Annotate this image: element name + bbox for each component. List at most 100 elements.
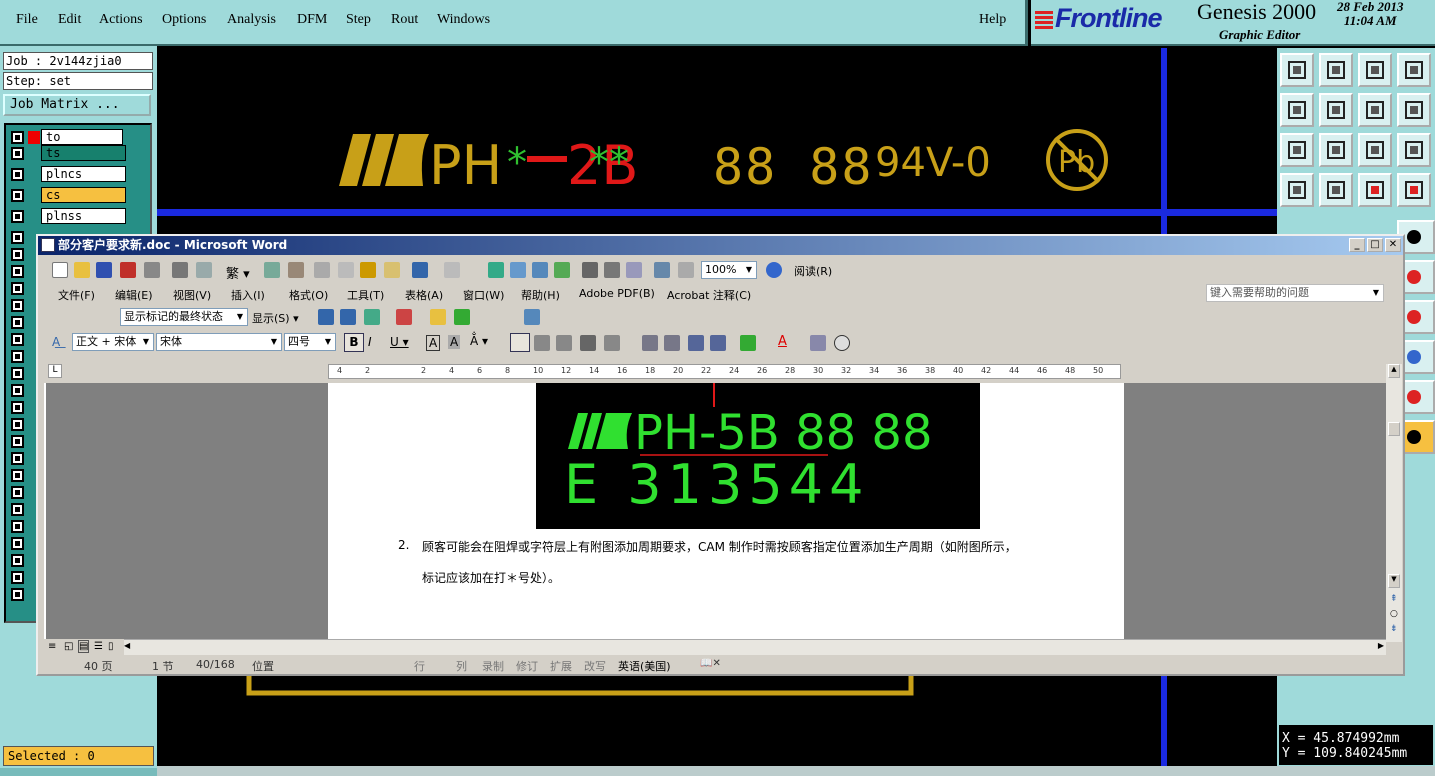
print-preview-icon[interactable]	[172, 262, 188, 278]
layer-checkbox[interactable]	[11, 588, 24, 601]
snapshot-icon[interactable]	[1319, 53, 1353, 87]
increase-indent-icon[interactable]	[710, 335, 726, 351]
mirror-icon[interactable]	[1358, 93, 1392, 127]
measure-icon[interactable]	[1280, 173, 1314, 207]
layer-checkbox[interactable]	[11, 248, 24, 261]
pan-left-icon[interactable]	[1280, 93, 1314, 127]
document-map-icon[interactable]	[626, 262, 642, 278]
layer-checkbox[interactable]	[11, 571, 24, 584]
underline-button[interactable]: U ▾	[390, 335, 409, 349]
decrease-indent-icon[interactable]	[688, 335, 704, 351]
layer-checkbox[interactable]	[11, 401, 24, 414]
menu-rout[interactable]: Rout	[391, 12, 418, 28]
horizontal-ruler[interactable]: 4 2 2 4 6 8 10 12 14 16 18 20 22 24 26 28 30 32 34 36 38 40 42…	[328, 364, 1121, 379]
show-menu-button[interactable]: 显示(S) ▾	[252, 310, 299, 326]
distributed-icon[interactable]	[580, 335, 596, 351]
document-area[interactable]: PH-5B 88 88 E 313544 2. 顾客可能会在阻焊或字符层上有附图…	[46, 383, 1386, 639]
permission-icon[interactable]	[120, 262, 136, 278]
layer-checkbox[interactable]	[11, 520, 24, 533]
horizontal-scrollbar[interactable]: ◀ ▶	[124, 639, 1386, 655]
maximize-button[interactable]: □	[1367, 238, 1383, 252]
menu-file[interactable]: File	[16, 12, 38, 28]
menu-dfm[interactable]: DFM	[297, 12, 327, 28]
status-overtype[interactable]: 改写	[584, 658, 606, 674]
scroll-down-button[interactable]: ▼	[1388, 574, 1400, 588]
line-spacing-icon[interactable]	[604, 335, 620, 351]
scroll-right-button[interactable]: ▶	[1378, 641, 1384, 650]
tab-selector[interactable]: L	[48, 364, 62, 378]
home-view-icon[interactable]	[1358, 53, 1392, 87]
research-icon[interactable]	[264, 262, 280, 278]
align-center-icon[interactable]	[534, 335, 550, 351]
trad-chinese-icon[interactable]: 繁 ▾	[226, 263, 250, 282]
hyperlink-icon[interactable]	[488, 262, 504, 278]
cut-icon[interactable]	[314, 262, 330, 278]
layer-checkbox[interactable]	[11, 452, 24, 465]
menu-windows[interactable]: Windows	[437, 12, 490, 28]
layer-checkbox[interactable]	[11, 537, 24, 550]
reviewing-pane-icon[interactable]	[524, 309, 540, 325]
status-extend[interactable]: 扩展	[550, 658, 572, 674]
scroll-up-button[interactable]: ▲	[1388, 364, 1400, 378]
document-page[interactable]: PH-5B 88 88 E 313544 2. 顾客可能会在阻焊或字符层上有附图…	[328, 383, 1124, 639]
zoom-home-icon[interactable]	[1319, 133, 1353, 167]
char-shading-button[interactable]: A	[448, 335, 461, 349]
word-menu-help[interactable]: 帮助(H)	[521, 287, 560, 303]
grid-icon[interactable]	[1319, 173, 1353, 207]
thesaurus-icon[interactable]	[288, 262, 304, 278]
highlight-icon[interactable]	[454, 309, 470, 325]
align-left-button[interactable]	[510, 333, 530, 352]
layer-checkbox[interactable]	[11, 384, 24, 397]
menu-analysis[interactable]: Analysis	[227, 12, 276, 28]
print-icon[interactable]	[144, 262, 160, 278]
menu-actions[interactable]: Actions	[99, 12, 143, 28]
next-change-icon[interactable]	[340, 309, 356, 325]
font-color-button[interactable]: A	[778, 334, 787, 349]
menu-options[interactable]: Options	[162, 12, 206, 28]
redo-icon[interactable]	[444, 262, 460, 278]
font-size-select[interactable]: 四号 ▼	[284, 333, 336, 351]
markup-state-select[interactable]: 显示标记的最终状态 ▼	[120, 308, 248, 326]
menu-step[interactable]: Step	[346, 12, 371, 28]
italic-button[interactable]: I	[368, 335, 372, 349]
word-menu-edit[interactable]: 编辑(E)	[115, 287, 153, 303]
pan-right-icon[interactable]	[1319, 93, 1353, 127]
open-icon[interactable]	[74, 262, 90, 278]
paragraph-mark-icon[interactable]	[678, 262, 694, 278]
word-menu-view[interactable]: 视图(V)	[173, 287, 211, 303]
layer-checkbox[interactable]	[11, 333, 24, 346]
font-select[interactable]: 宋体 ▼	[156, 333, 282, 351]
layer-checkbox[interactable]	[11, 131, 24, 144]
prev-change-icon[interactable]	[318, 309, 334, 325]
layer-checkbox[interactable]	[11, 189, 24, 202]
outline-view-icon[interactable]: ☰	[94, 641, 103, 652]
word-menu-adobe-pdf[interactable]: Adobe PDF(B)	[579, 287, 655, 300]
word-menu-table[interactable]: 表格(A)	[405, 287, 443, 303]
scale-icon[interactable]	[1358, 133, 1392, 167]
highlight-color-icon[interactable]	[740, 335, 756, 351]
layer-checkbox[interactable]	[11, 503, 24, 516]
web-view-icon[interactable]: ◱	[64, 641, 73, 652]
browse-object-icon[interactable]: ○	[1390, 609, 1398, 619]
word-menu-insert[interactable]: 插入(I)	[231, 287, 265, 303]
query-icon[interactable]	[1397, 133, 1431, 167]
word-menu-tools[interactable]: 工具(T)	[347, 287, 384, 303]
layer-checkbox[interactable]	[11, 147, 24, 160]
status-revision[interactable]: 修订	[516, 658, 538, 674]
new-icon[interactable]	[52, 262, 68, 278]
layer-checkbox[interactable]	[11, 418, 24, 431]
char-border-button[interactable]: A	[426, 335, 441, 351]
reading-view-icon[interactable]: ▯	[108, 641, 114, 652]
menu-help[interactable]: Help	[979, 12, 1006, 28]
bold-button[interactable]: B	[344, 333, 364, 352]
new-comment-icon[interactable]	[430, 309, 446, 325]
align-right-icon[interactable]	[556, 335, 572, 351]
tables-borders-icon[interactable]	[510, 262, 526, 278]
bullets-icon[interactable]	[664, 335, 680, 351]
reject-change-icon[interactable]	[396, 309, 412, 325]
phonetic-guide-icon[interactable]	[810, 335, 826, 351]
layer-tool-icon[interactable]	[1397, 173, 1431, 207]
scroll-thumb[interactable]	[1388, 422, 1400, 436]
layer-checkbox[interactable]	[11, 210, 24, 223]
show-hide-icon[interactable]	[654, 262, 670, 278]
